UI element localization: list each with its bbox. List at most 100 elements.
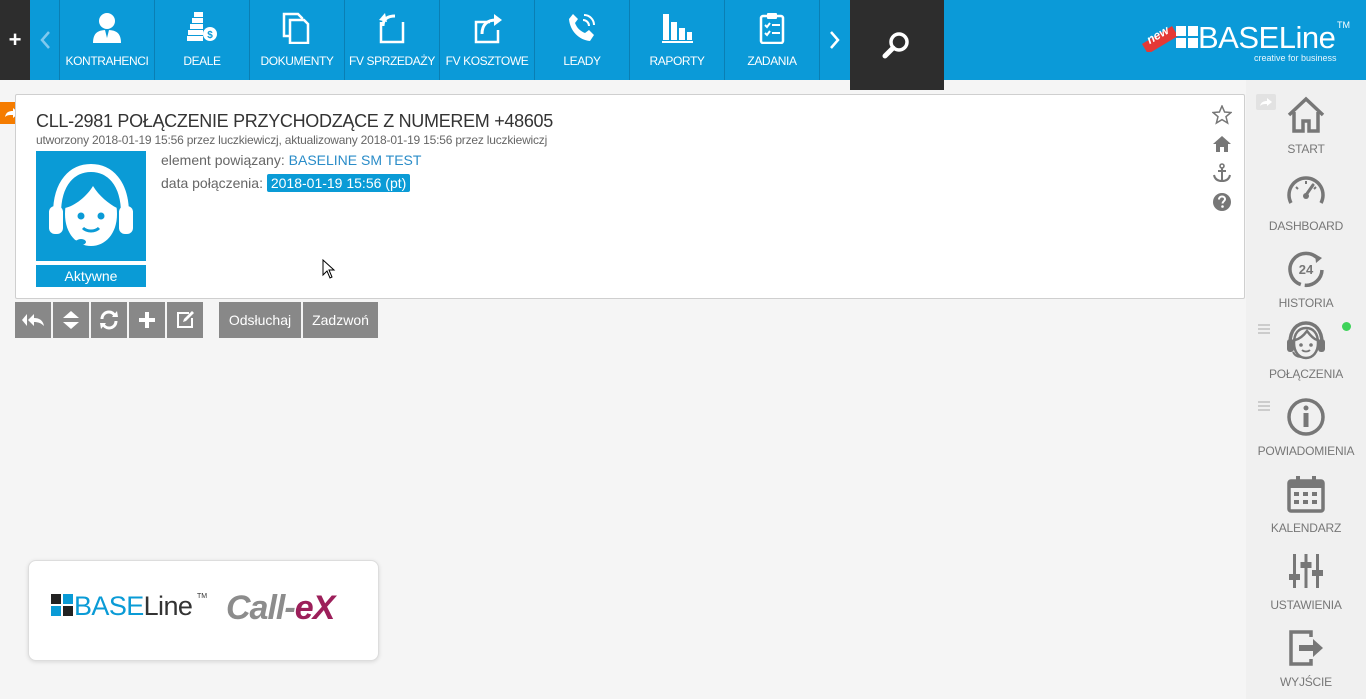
nav-item-deale[interactable]: $ DEALE [155, 0, 250, 80]
sidebar-item-label: HISTORIA [1278, 296, 1334, 310]
sliders-icon [1289, 554, 1323, 588]
home-pin-button[interactable] [1212, 134, 1232, 154]
sidebar-item-label: KALENDARZ [1270, 521, 1342, 535]
star-icon [1212, 105, 1232, 125]
add-button[interactable] [129, 302, 165, 338]
sidebar-item-label: DASHBOARD [1268, 219, 1344, 233]
edit-icon [177, 311, 194, 328]
sidebar-item-kalendarz[interactable]: KALENDARZ [1246, 473, 1366, 535]
baseline-squares-icon [51, 594, 73, 616]
baseline-logo-prefix: BASE [74, 591, 144, 621]
brand-logo[interactable]: new BASELine TM creative for business [1138, 14, 1358, 64]
search-button[interactable] [850, 0, 944, 90]
sidebar-item-ustawienia[interactable]: USTAWIENIA [1246, 550, 1366, 612]
reply-button[interactable] [15, 302, 51, 338]
nav-item-raporty[interactable]: RAPORTY [630, 0, 725, 80]
expand-collapse-button[interactable] [53, 302, 89, 338]
nav-next-button[interactable] [820, 0, 850, 80]
call-record-card: CLL-2981 POŁĄCZENIE PRZYCHODZĄCE Z NUMER… [15, 94, 1245, 299]
listen-button[interactable]: Odsłuchaj [219, 302, 301, 338]
question-icon [1213, 193, 1231, 211]
call-date-label: data połączenia: [161, 175, 263, 191]
nav-item-dokumenty[interactable]: DOKUMENTY [250, 0, 345, 80]
sidebar-item-label: POŁĄCZENIA [1268, 367, 1344, 381]
search-icon [882, 32, 909, 59]
status-badge: Aktywne [36, 265, 146, 287]
related-element-link[interactable]: BASELINE SM TEST [289, 152, 422, 168]
plus-icon [139, 312, 155, 328]
call-button[interactable]: Zadzwoń [303, 302, 378, 338]
sidebar-item-label: WYJŚCIE [1280, 675, 1332, 689]
record-meta: utworzony 2018-01-19 15:56 przez luczkie… [36, 133, 548, 147]
expand-collapse-icon [63, 311, 79, 329]
sidebar-item-powiadomienia[interactable]: POWIADOMIENIA [1246, 396, 1366, 458]
history-24-icon: 24 [1288, 251, 1324, 288]
exit-icon [1289, 630, 1323, 666]
bar-chart-icon [662, 14, 693, 43]
edit-button[interactable] [167, 302, 203, 338]
online-status-dot [1342, 322, 1351, 331]
nav-item-leady[interactable]: LEADY [535, 0, 630, 80]
invoice-out-icon [379, 13, 405, 44]
home-icon [1213, 136, 1231, 152]
favorite-button[interactable] [1212, 105, 1232, 125]
calendar-icon [1287, 476, 1325, 513]
record-side-icons [1212, 105, 1234, 221]
callex-logo-prefix: Call- [226, 589, 296, 627]
headset-agent-icon [49, 163, 133, 246]
related-element-label: element powiązany: [161, 152, 285, 168]
documents-icon [282, 12, 310, 44]
person-icon [93, 13, 121, 43]
sidebar-item-wyjscie[interactable]: WYJŚCIE [1246, 627, 1366, 689]
nav-item-zadania[interactable]: ZADANIA [725, 0, 820, 80]
help-button[interactable] [1212, 192, 1232, 212]
chevron-left-icon [39, 31, 50, 49]
main-nav: KONTRAHENCI $ DEALE DOKUMENTY FV SPRZEDA… [60, 0, 820, 80]
clipboard-icon [759, 13, 785, 44]
nav-item-kontrahenci[interactable]: KONTRAHENCI [60, 0, 155, 80]
right-sidebar: START DASHBOARD 24 HISTORIA POŁĄCZENIA P… [1246, 80, 1366, 699]
nav-item-label: FV KOSZTOWE [445, 54, 529, 68]
svg-text:$: $ [207, 30, 213, 41]
top-navigation-bar: + KONTRAHENCI $ DEALE DOKUMENTY FV SPRZE… [0, 0, 1366, 90]
home-icon [1287, 96, 1325, 133]
callex-logo: Call-eX [226, 589, 335, 628]
nav-item-label: ZADANIA [747, 54, 797, 68]
nav-item-label: FV SPRZEDAŻY [349, 54, 435, 68]
nav-item-label: DEALE [183, 54, 221, 68]
nav-item-label: KONTRAHENCI [65, 54, 149, 68]
redacted-number [557, 115, 624, 130]
nav-item-label: LEADY [563, 54, 601, 68]
invoice-in-icon [474, 14, 502, 44]
sidebar-item-start[interactable]: START [1246, 94, 1366, 156]
baseline-logo-tm: TM [197, 593, 208, 600]
baseline-logo-suffix: Line [143, 591, 193, 621]
gauge-icon [1287, 176, 1325, 204]
baseline-squares-icon [1176, 26, 1198, 48]
partner-logos-card: BASELine TM Call-eX [28, 560, 379, 661]
brand-name: BASELine [1198, 20, 1336, 55]
nav-item-fv-sprzedazy[interactable]: FV SPRZEDAŻY [345, 0, 440, 80]
svg-text:24: 24 [1299, 262, 1314, 277]
refresh-button[interactable] [91, 302, 127, 338]
call-date-row: data połączenia: 2018-01-19 15:56 (pt) [161, 174, 411, 192]
mouse-cursor-icon [322, 259, 336, 279]
headset-icon [1287, 321, 1325, 360]
sidebar-item-label: START [1287, 142, 1325, 156]
sidebar-item-historia[interactable]: 24 HISTORIA [1246, 248, 1366, 310]
brand-tagline: creative for business [1254, 53, 1337, 63]
sidebar-item-dashboard[interactable]: DASHBOARD [1246, 171, 1366, 233]
anchor-button[interactable] [1212, 163, 1232, 183]
chevron-right-icon [830, 31, 840, 49]
nav-item-fv-kosztowe[interactable]: FV KOSZTOWE [440, 0, 535, 80]
sidebar-item-label: USTAWIENIA [1270, 598, 1342, 612]
related-element-row: element powiązany: BASELINE SM TEST [161, 152, 421, 168]
nav-prev-button[interactable] [30, 0, 60, 80]
call-date-value: 2018-01-19 15:56 (pt) [266, 174, 411, 192]
add-new-button[interactable]: + [0, 0, 30, 80]
record-title-text: CLL-2981 POŁĄCZENIE PRZYCHODZĄCE Z NUMER… [36, 111, 553, 131]
anchor-icon [1213, 163, 1231, 183]
nav-item-label: RAPORTY [649, 54, 705, 68]
nav-item-label: DOKUMENTY [260, 54, 334, 68]
baseline-logo-text: BASELine [74, 591, 193, 622]
